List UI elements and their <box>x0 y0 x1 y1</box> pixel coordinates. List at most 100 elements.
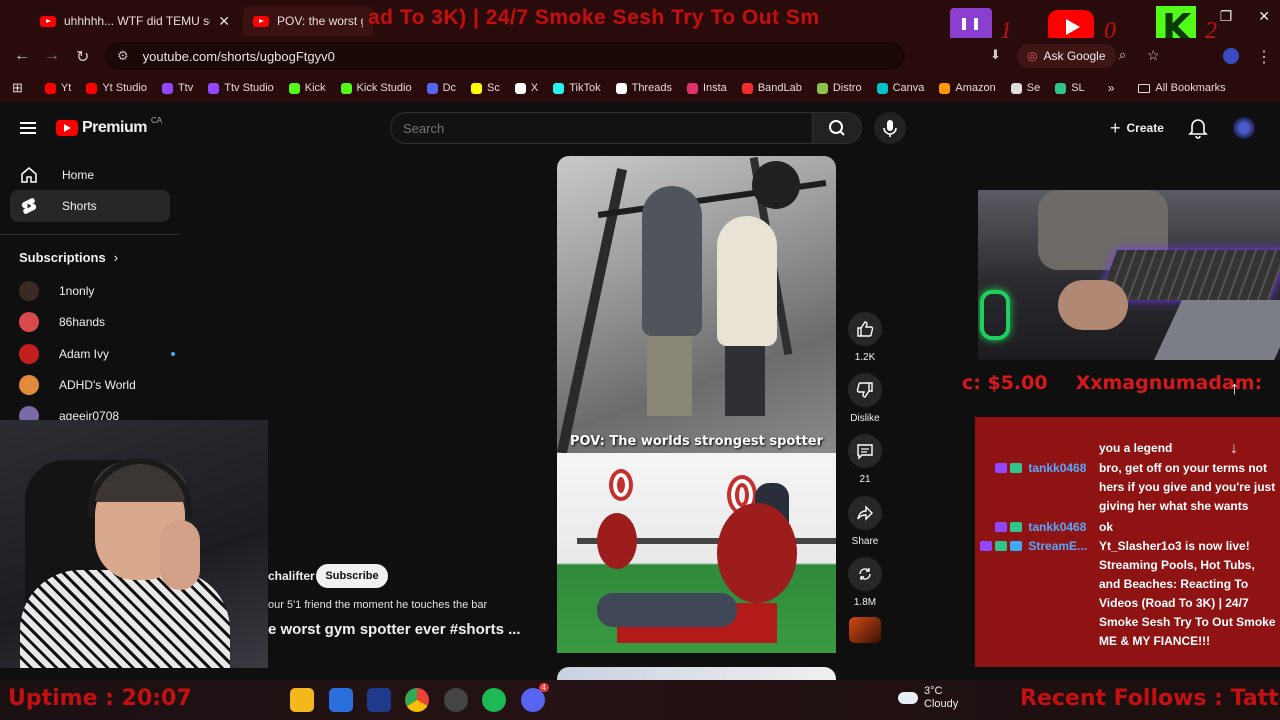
bookmark-item[interactable]: Ttv <box>161 82 193 94</box>
chevron-right-icon: › <box>113 250 119 265</box>
bookmark-item[interactable]: TikTok <box>553 82 601 94</box>
discord-icon[interactable]: 4 <box>521 683 549 712</box>
window-controls: ❐ ✕ <box>1220 8 1270 25</box>
zoom-icon[interactable]: ⌕ <box>1119 47 1126 63</box>
spotify-icon[interactable] <box>482 688 506 712</box>
weather-condition: Cloudy <box>924 698 959 710</box>
bookmark-item[interactable]: Sc <box>471 82 500 94</box>
address-bar[interactable]: ⚙ youtube.com/shorts/ugbogFtgyv0 <box>105 42 905 70</box>
sound-thumbnail[interactable] <box>849 617 881 643</box>
hamburger-menu-icon[interactable] <box>20 122 36 134</box>
chrome-icon[interactable] <box>405 688 429 712</box>
subscribe-button[interactable]: Subscribe <box>316 564 388 588</box>
app-icon[interactable] <box>367 688 391 712</box>
bookmark-item[interactable]: Yt <box>44 82 71 94</box>
create-button[interactable]: + Create <box>1100 114 1174 142</box>
temperature: 3°C <box>924 685 943 697</box>
subscription-item[interactable]: 86hands <box>19 310 105 334</box>
browser-menu-icon[interactable]: ⋮ <box>1256 47 1272 67</box>
profile-avatar-icon[interactable] <box>1223 48 1239 64</box>
apps-grid-icon[interactable]: ⊞ <box>12 80 23 96</box>
bookmark-item[interactable]: X <box>514 82 538 94</box>
browser-tab-active[interactable]: POV: the worst gym s <box>243 6 373 36</box>
sidebar-item-shorts[interactable]: Shorts <box>10 190 170 222</box>
taskbar-overlay: Uptime : 20:07 4 3°C Cloudy Recent Follo… <box>0 680 1280 720</box>
all-bookmarks-label: All Bookmarks <box>1155 82 1226 94</box>
browser-tab[interactable]: uhhhhh... WTF did TEMU sell m ✕ <box>30 6 240 36</box>
back-arrow-icon[interactable]: ← <box>14 47 30 65</box>
search-button[interactable] <box>812 112 862 144</box>
sidebar-divider <box>0 234 180 235</box>
stream-title-marquee: ad To 3K) | 24/7 Smoke Sesh Try To Out S… <box>368 6 820 29</box>
close-window-icon[interactable]: ✕ <box>1258 8 1270 25</box>
bookmark-item[interactable]: Kick <box>288 82 326 94</box>
subscriptions-label: Subscriptions <box>19 250 106 265</box>
scroll-down-arrow-icon[interactable]: ↓ <box>1230 440 1238 458</box>
bookmark-item[interactable]: Amazon <box>939 82 996 94</box>
bookmark-label: TikTok <box>569 82 601 94</box>
bookmark-item[interactable]: Distro <box>816 82 862 94</box>
bookmark-item[interactable]: Dc <box>426 82 456 94</box>
bookmark-item[interactable]: Insta <box>686 82 727 94</box>
short-video-frame-bottom[interactable] <box>557 453 836 653</box>
subscription-item[interactable]: Adam Ivy <box>19 342 176 366</box>
more-bookmarks-chevron-icon[interactable]: » <box>1108 81 1115 95</box>
chat-message: StreamE... <box>980 537 1087 556</box>
sidebar-item-home[interactable]: Home <box>10 159 170 191</box>
lifter-figure-image <box>647 336 692 416</box>
lifter-figure-image <box>597 593 737 627</box>
twitch-badge-icon <box>995 522 1007 532</box>
bookmark-star-icon[interactable]: ☆ <box>1147 47 1160 64</box>
search-box[interactable] <box>390 112 813 144</box>
weather-widget[interactable]: 3°C Cloudy <box>898 685 958 711</box>
all-bookmarks-folder[interactable]: All Bookmarks <box>1138 82 1226 94</box>
search-input[interactable] <box>403 120 812 136</box>
close-tab-icon[interactable]: ✕ <box>218 13 230 30</box>
channel-name[interactable]: chalifter <box>268 569 315 583</box>
ask-google-button[interactable]: ◎ Ask Google <box>1017 44 1116 68</box>
recent-follows-ticker: Recent Follows : TattedT <box>1020 686 1280 711</box>
bookmark-item[interactable]: Kick Studio <box>340 82 412 94</box>
forward-arrow-icon[interactable]: → <box>44 47 60 65</box>
voice-search-button[interactable] <box>874 112 906 144</box>
account-avatar[interactable] <box>1233 117 1255 139</box>
bookmark-item[interactable]: Se <box>1010 82 1040 94</box>
site-info-icon[interactable]: ⚙ <box>117 48 129 64</box>
spotter-figure-image <box>725 346 765 416</box>
dislike-button[interactable]: Dislike <box>848 373 882 424</box>
bookmark-item[interactable]: Yt Studio <box>86 82 147 94</box>
install-app-icon[interactable]: ⬇ <box>990 47 1001 63</box>
bookmark-item[interactable]: Ttv Studio <box>208 82 274 94</box>
dislike-label: Dislike <box>850 413 880 424</box>
bookmark-favicon-icon <box>340 82 352 94</box>
comments-count: 21 <box>859 474 871 485</box>
microsoft-store-icon[interactable] <box>329 688 353 712</box>
thumbs-up-icon <box>857 321 874 337</box>
remix-button[interactable]: 1.8M <box>848 557 882 608</box>
notifications-bell-icon[interactable] <box>1188 117 1208 144</box>
subscription-item[interactable]: 1nonly <box>19 279 94 303</box>
bookmark-item[interactable]: SL <box>1055 82 1085 94</box>
lifter-figure-image <box>642 186 702 336</box>
channel-avatar <box>19 375 39 395</box>
bookmark-item[interactable]: Canva <box>876 82 925 94</box>
bookmark-item[interactable]: Threads <box>615 82 672 94</box>
short-video-frame-top[interactable] <box>557 156 836 453</box>
short-title[interactable]: e worst gym spotter ever #shorts ... <box>268 621 521 638</box>
youtube-favicon-icon <box>253 15 269 27</box>
reload-icon[interactable]: ↻ <box>76 47 89 67</box>
bot-badge-icon <box>1010 541 1022 551</box>
bookmark-label: Canva <box>892 82 925 94</box>
subscription-item[interactable]: ADHD's World <box>19 373 136 397</box>
restore-window-icon[interactable]: ❐ <box>1220 8 1233 25</box>
file-explorer-icon[interactable] <box>290 688 314 712</box>
obs-icon[interactable] <box>444 688 468 712</box>
scroll-up-arrow-icon[interactable]: ↑ <box>1230 378 1239 399</box>
comments-button[interactable]: 21 <box>848 434 882 485</box>
chat-username: StreamE... <box>1028 539 1088 553</box>
bookmark-item[interactable]: BandLab <box>741 82 802 94</box>
youtube-premium-logo[interactable]: Premium CA <box>56 116 162 137</box>
like-button[interactable]: 1.2K <box>848 312 882 363</box>
share-button[interactable]: Share <box>848 496 882 547</box>
subscriptions-heading[interactable]: Subscriptions › <box>19 250 118 265</box>
